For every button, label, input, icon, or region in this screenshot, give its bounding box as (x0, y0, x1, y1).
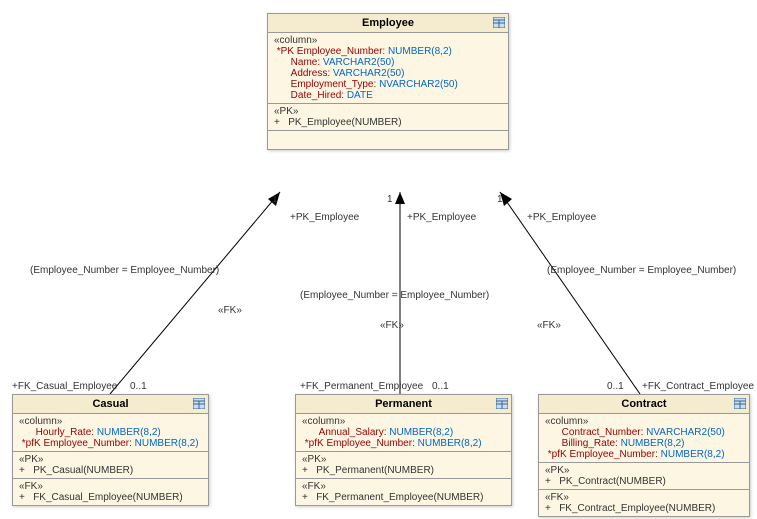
label-pk-end: +PK_Employee (527, 212, 596, 223)
fk-stereotype: «FK» (19, 481, 202, 492)
entity-employee[interactable]: Employee «column» *PK Employee_Number: N… (267, 13, 509, 150)
label-multiplicity: 0..1 (607, 381, 624, 392)
entity-header: Permanent (296, 395, 511, 414)
entity-title: Casual (92, 398, 128, 410)
empty-section (268, 131, 508, 149)
fk-section: «FK» + FK_Contract_Employee(NUMBER) (539, 490, 749, 516)
label-join-condition: (Employee_Number = Employee_Number) (547, 265, 736, 276)
fk-stereotype: «FK» (302, 481, 505, 492)
label-pk-end: +PK_Employee (407, 212, 476, 223)
columns-section: «column» Annual_Salary: NUMBER(8,2) *pfK… (296, 414, 511, 452)
label-join-condition: (Employee_Number = Employee_Number) (30, 265, 219, 276)
column-row: Name: VARCHAR2(50) (274, 57, 502, 68)
pk-stereotype: «PK» (274, 106, 502, 117)
column-stereotype: «column» (274, 35, 502, 46)
column-row: Annual_Salary: NUMBER(8,2) (302, 427, 505, 438)
column-stereotype: «column» (302, 416, 505, 427)
column-row: *PK Employee_Number: NUMBER(8,2) (274, 46, 502, 57)
pk-section: «PK» + PK_Casual(NUMBER) (13, 452, 208, 479)
pk-stereotype: «PK» (545, 465, 743, 476)
label-fk-stereotype: «FK» (537, 320, 561, 331)
label-fk-end-permanent: +FK_Permanent_Employee (300, 381, 423, 392)
column-row: Employment_Type: NVARCHAR2(50) (274, 79, 502, 90)
label-fk-end-casual: +FK_Casual_Employee (12, 381, 117, 392)
pk-section: «PK» + PK_Contract(NUMBER) (539, 463, 749, 490)
label-fk-stereotype: «FK» (218, 305, 242, 316)
pk-section: «PK» + PK_Employee(NUMBER) (268, 104, 508, 131)
label-pk-end: +PK_Employee (290, 212, 359, 223)
label-multiplicity: 0..1 (130, 381, 147, 392)
column-row: Billing_Rate: NUMBER(8,2) (545, 438, 743, 449)
entity-header: Employee (268, 14, 508, 33)
pk-line: + PK_Employee(NUMBER) (274, 117, 502, 128)
column-row: *pfK Employee_Number: NUMBER(8,2) (302, 438, 505, 449)
label-fk-end-contract: +FK_Contract_Employee (642, 381, 754, 392)
entity-header: Contract (539, 395, 749, 414)
label-one: 1 (272, 194, 278, 205)
entity-casual[interactable]: Casual «column» Hourly_Rate: NUMBER(8,2)… (12, 394, 209, 506)
fk-section: «FK» + FK_Casual_Employee(NUMBER) (13, 479, 208, 505)
label-fk-stereotype: «FK» (380, 320, 404, 331)
columns-section: «column» *PK Employee_Number: NUMBER(8,2… (268, 33, 508, 104)
pk-line: + PK_Contract(NUMBER) (545, 476, 743, 487)
entity-permanent[interactable]: Permanent «column» Annual_Salary: NUMBER… (295, 394, 512, 506)
fk-line: + FK_Contract_Employee(NUMBER) (545, 503, 743, 514)
columns-section: «column» Hourly_Rate: NUMBER(8,2) *pfK E… (13, 414, 208, 452)
label-join-condition: (Employee_Number = Employee_Number) (300, 290, 489, 301)
pk-line: + PK_Permanent(NUMBER) (302, 465, 505, 476)
table-icon (193, 398, 205, 409)
table-icon (493, 17, 505, 28)
pk-stereotype: «PK» (19, 454, 202, 465)
column-stereotype: «column» (19, 416, 202, 427)
column-row: *pfK Employee_Number: NUMBER(8,2) (545, 449, 743, 460)
entity-header: Casual (13, 395, 208, 414)
entity-title: Permanent (375, 398, 432, 410)
label-one: 1 (387, 194, 393, 205)
column-row: Address: VARCHAR2(50) (274, 68, 502, 79)
label-one: 1 (497, 194, 503, 205)
column-row: Date_Hired: DATE (274, 90, 502, 101)
column-row: Hourly_Rate: NUMBER(8,2) (19, 427, 202, 438)
table-icon (734, 398, 746, 409)
fk-stereotype: «FK» (545, 492, 743, 503)
column-stereotype: «column» (545, 416, 743, 427)
column-row: Contract_Number: NVARCHAR2(50) (545, 427, 743, 438)
entity-contract[interactable]: Contract «column» Contract_Number: NVARC… (538, 394, 750, 517)
pk-section: «PK» + PK_Permanent(NUMBER) (296, 452, 511, 479)
table-icon (496, 398, 508, 409)
fk-line: + FK_Casual_Employee(NUMBER) (19, 492, 202, 503)
pk-line: + PK_Casual(NUMBER) (19, 465, 202, 476)
columns-section: «column» Contract_Number: NVARCHAR2(50) … (539, 414, 749, 463)
fk-section: «FK» + FK_Permanent_Employee(NUMBER) (296, 479, 511, 505)
column-row: *pfK Employee_Number: NUMBER(8,2) (19, 438, 202, 449)
label-multiplicity: 0..1 (432, 381, 449, 392)
pk-stereotype: «PK» (302, 454, 505, 465)
entity-title: Contract (621, 398, 666, 410)
fk-line: + FK_Permanent_Employee(NUMBER) (302, 492, 505, 503)
entity-title: Employee (362, 17, 414, 29)
